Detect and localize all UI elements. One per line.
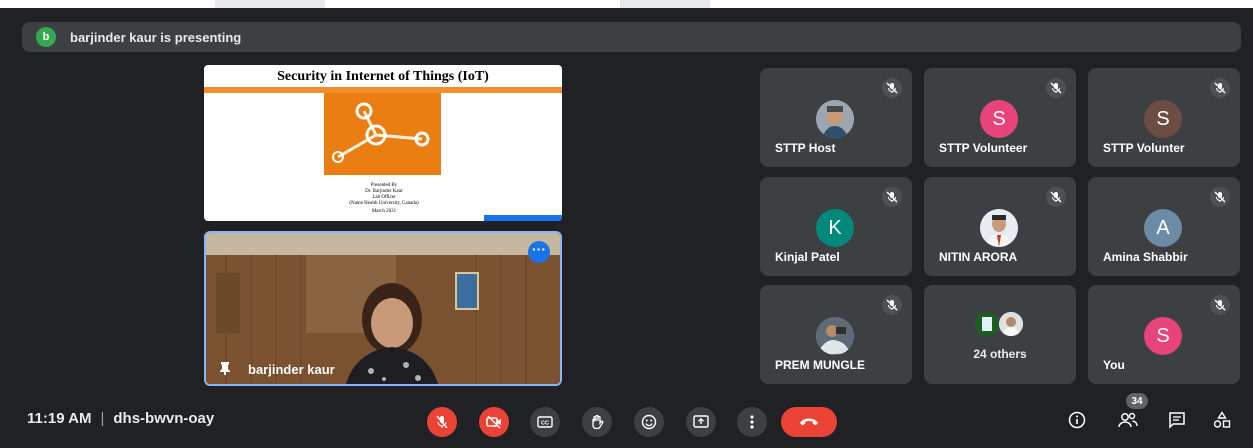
meeting-details: 11:19 AM | dhs-bwvn-oay bbox=[27, 410, 214, 427]
top-strip bbox=[0, 0, 1253, 8]
participant-tile[interactable]: S STTP Volunteer bbox=[924, 68, 1076, 167]
people-icon bbox=[1118, 412, 1138, 428]
people-count-badge: 34 bbox=[1126, 393, 1148, 409]
presenter-label: barjinder kaur bbox=[218, 361, 335, 378]
others-avatar bbox=[975, 312, 999, 336]
slide-blue-bar bbox=[484, 215, 562, 221]
activities-button[interactable] bbox=[1210, 408, 1234, 432]
date-line: March 2021 bbox=[371, 209, 397, 214]
activities-icon bbox=[1213, 411, 1231, 428]
others-avatar bbox=[999, 312, 1023, 336]
presenter-video[interactable]: ··· barjinder kaur bbox=[204, 231, 562, 386]
participant-tile[interactable]: PREM MUNGLE bbox=[760, 285, 912, 384]
participant-name: STTP Host bbox=[775, 141, 836, 155]
affiliation-line: (Name Health University, Canada) bbox=[349, 201, 419, 206]
participant-name: Kinjal Patel bbox=[775, 250, 840, 264]
captions-icon: CC bbox=[537, 416, 553, 428]
more-dots-icon: ··· bbox=[532, 241, 546, 257]
mic-off-icon bbox=[1210, 78, 1230, 98]
shared-screen[interactable]: Security in Internet of Things (IoT) Pre… bbox=[204, 65, 562, 221]
participant-photo bbox=[816, 317, 854, 355]
participant-avatar: S bbox=[1144, 317, 1182, 355]
others-count: 24 others bbox=[973, 347, 1027, 361]
meta-separator: | bbox=[100, 410, 105, 427]
participant-name: Amina Shabbir bbox=[1103, 250, 1188, 264]
present-screen-button[interactable] bbox=[686, 407, 716, 437]
svg-text:CC: CC bbox=[541, 421, 549, 427]
mic-off-icon bbox=[1046, 78, 1066, 98]
participant-avatar: S bbox=[980, 100, 1018, 138]
more-options-button[interactable]: ··· bbox=[528, 241, 550, 263]
control-bar: 11:19 AM | dhs-bwvn-oay CC 34 bbox=[0, 393, 1253, 448]
chat-button[interactable] bbox=[1165, 408, 1189, 432]
camera-toggle-button[interactable] bbox=[479, 407, 509, 437]
mic-off-icon bbox=[1210, 295, 1230, 315]
participant-name: You bbox=[1103, 358, 1125, 372]
participant-avatar: K bbox=[816, 209, 854, 247]
presenter-avatar: b bbox=[36, 27, 56, 47]
emoji-icon bbox=[641, 414, 657, 430]
participant-name: PREM MUNGLE bbox=[775, 358, 865, 372]
mic-off-icon bbox=[882, 295, 902, 315]
hand-icon bbox=[592, 414, 604, 430]
participant-tile[interactable]: A Amina Shabbir bbox=[1088, 177, 1240, 276]
others-tile[interactable]: 24 others bbox=[924, 285, 1076, 384]
meeting-info-button[interactable] bbox=[1065, 408, 1089, 432]
participant-name: STTP Volunter bbox=[1103, 141, 1185, 155]
participant-name: NITIN ARORA bbox=[939, 250, 1018, 264]
participant-photo bbox=[816, 100, 854, 138]
meeting-time: 11:19 AM bbox=[27, 410, 92, 427]
mic-off-icon bbox=[1210, 187, 1230, 207]
captions-button[interactable]: CC bbox=[530, 407, 560, 437]
hang-up-icon bbox=[800, 418, 818, 426]
participant-tile[interactable]: K Kinjal Patel bbox=[760, 177, 912, 276]
presenter-name: barjinder kaur bbox=[248, 362, 335, 377]
presenting-banner: b barjinder kaur is presenting bbox=[22, 22, 1241, 52]
participant-tile[interactable]: NITIN ARORA bbox=[924, 177, 1076, 276]
participant-avatar: S bbox=[1144, 100, 1182, 138]
raise-hand-button[interactable] bbox=[582, 407, 612, 437]
camera-off-icon bbox=[486, 415, 501, 429]
more-options-button[interactable] bbox=[737, 407, 767, 437]
participant-tile[interactable]: S STTP Volunter bbox=[1088, 68, 1240, 167]
more-vert-icon bbox=[750, 415, 754, 429]
self-tile[interactable]: S You bbox=[1088, 285, 1240, 384]
mic-off-icon bbox=[882, 187, 902, 207]
participant-name: STTP Volunteer bbox=[939, 141, 1028, 155]
participant-tile[interactable]: STTP Host bbox=[760, 68, 912, 167]
participant-photo bbox=[980, 209, 1018, 247]
reactions-button[interactable] bbox=[634, 407, 664, 437]
strip-chip bbox=[215, 0, 325, 8]
mic-off-icon bbox=[436, 415, 448, 429]
people-button[interactable] bbox=[1116, 408, 1140, 432]
iot-network-image bbox=[324, 93, 441, 175]
slide-title: Security in Internet of Things (IoT) bbox=[277, 69, 489, 84]
chat-icon bbox=[1169, 412, 1185, 429]
mic-off-icon bbox=[882, 78, 902, 98]
strip-chip bbox=[620, 0, 710, 8]
participant-avatar: A bbox=[1144, 209, 1182, 247]
leave-call-button[interactable] bbox=[781, 407, 837, 437]
meeting-code: dhs-bwvn-oay bbox=[113, 410, 215, 427]
present-icon bbox=[693, 415, 709, 428]
pin-icon[interactable] bbox=[218, 361, 232, 378]
mic-toggle-button[interactable] bbox=[427, 407, 457, 437]
mic-off-icon bbox=[1046, 187, 1066, 207]
info-icon bbox=[1068, 411, 1086, 429]
presenting-text: barjinder kaur is presenting bbox=[70, 29, 242, 45]
